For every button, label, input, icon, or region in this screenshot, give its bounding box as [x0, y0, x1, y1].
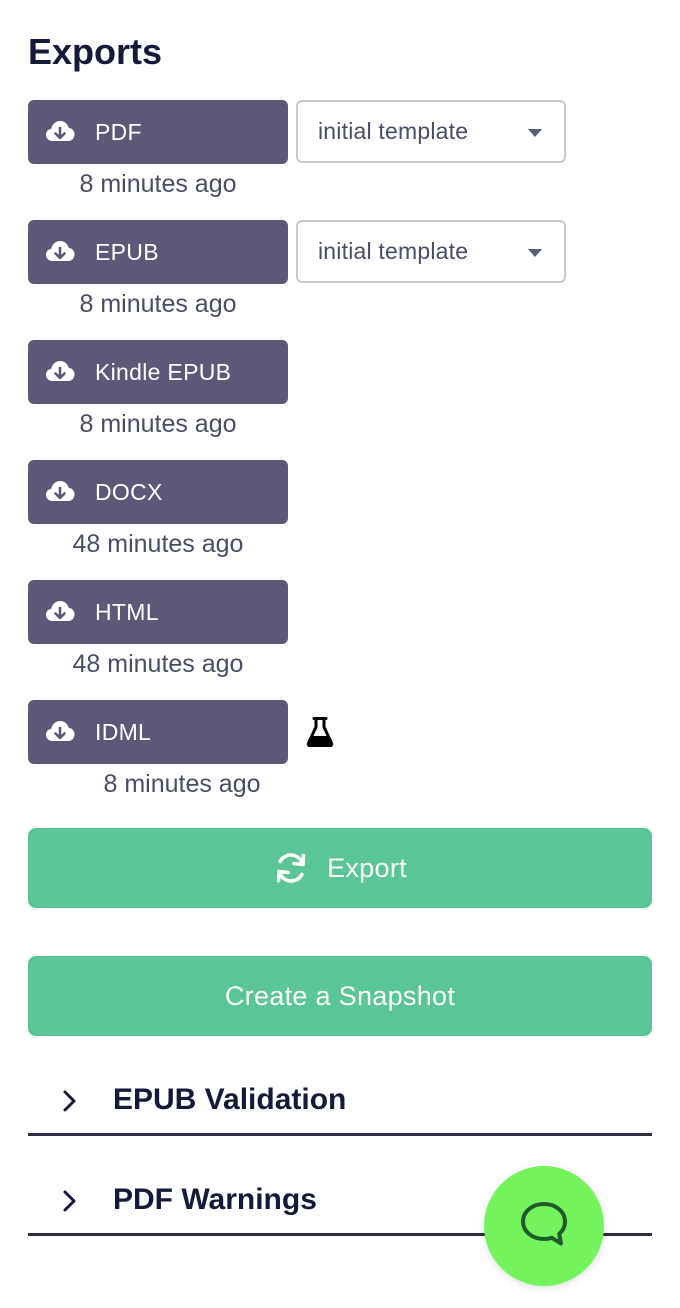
pdf-template-select[interactable]: initial template [296, 100, 566, 163]
export-row-html: HTML 48 minutes ago [28, 580, 588, 690]
epub-template-select[interactable]: initial template [296, 220, 566, 283]
caret-down-icon [528, 129, 542, 137]
download-kindle-epub-label: Kindle EPUB [95, 358, 232, 385]
cloud-download-icon [44, 596, 76, 628]
download-pdf-button[interactable]: PDF [28, 100, 288, 164]
section-epub-validation-label: EPUB Validation [113, 1083, 347, 1116]
cloud-download-icon [44, 716, 76, 748]
caret-down-icon [528, 249, 542, 257]
html-export-time: 48 minutes ago [72, 650, 244, 678]
download-docx-label: DOCX [95, 478, 163, 505]
download-html-button[interactable]: HTML [28, 580, 288, 644]
cloud-download-icon [44, 236, 76, 268]
export-row-idml: IDML 8 minutes ago [28, 700, 588, 810]
export-row-docx: DOCX 48 minutes ago [28, 460, 588, 570]
export-row-kindle-epub: Kindle EPUB 8 minutes ago [28, 340, 588, 450]
docx-export-time: 48 minutes ago [72, 530, 244, 558]
download-idml-button[interactable]: IDML [28, 700, 288, 764]
pdf-template-value: initial template [318, 118, 469, 144]
cloud-download-icon [44, 116, 76, 148]
section-pdf-warnings-label: PDF Warnings [113, 1183, 317, 1216]
kindle-epub-export-time: 8 minutes ago [79, 410, 237, 438]
idml-export-time: 8 minutes ago [103, 770, 261, 798]
chat-launcher-button[interactable] [484, 1166, 604, 1286]
download-kindle-epub-button[interactable]: Kindle EPUB [28, 340, 288, 404]
export-button[interactable]: Export [28, 828, 652, 908]
flask-icon [306, 717, 334, 748]
download-idml-label: IDML [95, 718, 152, 745]
download-pdf-label: PDF [95, 118, 142, 145]
sync-icon [273, 850, 309, 886]
cloud-download-icon [44, 476, 76, 508]
download-epub-label: EPUB [95, 238, 159, 265]
epub-export-time: 8 minutes ago [79, 290, 237, 318]
create-snapshot-label: Create a Snapshot [224, 980, 456, 1011]
export-row-pdf: PDF initial template 8 minutes ago [28, 100, 588, 210]
chevron-right-icon [60, 1089, 80, 1113]
cloud-download-icon [44, 356, 76, 388]
chevron-right-icon [60, 1189, 80, 1213]
epub-template-value: initial template [318, 238, 469, 264]
download-html-label: HTML [95, 598, 159, 625]
pdf-export-time: 8 minutes ago [79, 170, 237, 198]
download-docx-button[interactable]: DOCX [28, 460, 288, 524]
export-row-epub: EPUB initial template 8 minutes ago [28, 220, 588, 330]
download-epub-button[interactable]: EPUB [28, 220, 288, 284]
section-epub-validation[interactable]: EPUB Validation [28, 1069, 652, 1136]
create-snapshot-button[interactable]: Create a Snapshot [28, 956, 652, 1036]
export-button-label: Export [327, 852, 407, 883]
page-title: Exports [28, 31, 163, 72]
chat-bubble-icon [518, 1200, 570, 1253]
